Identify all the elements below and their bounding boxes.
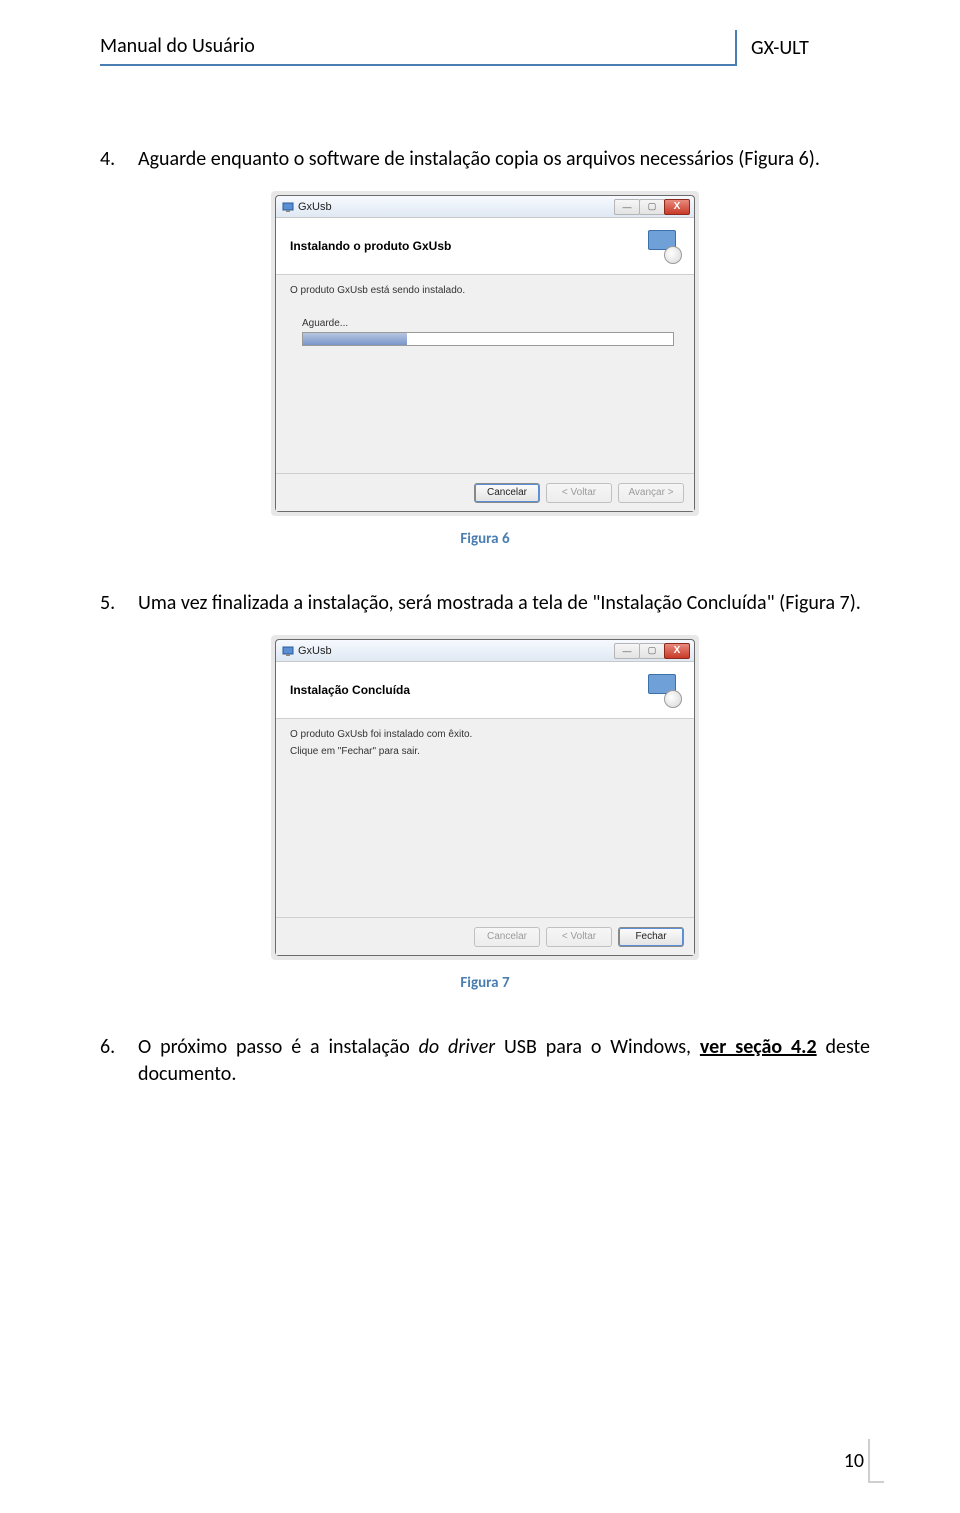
dialog-title: GxUsb [298, 201, 611, 213]
dialog-body: O produto GxUsb foi instalado com êxito.… [276, 719, 694, 917]
step-6: 6. O próximo passo é a instalação do dri… [100, 1034, 870, 1088]
dialog-footer: Cancelar < Voltar Avançar > [276, 473, 694, 511]
dialog-banner: Instalação Concluída [276, 662, 694, 719]
step-number: 5. [100, 590, 128, 617]
t-italic: do driver [419, 1035, 495, 1059]
t: O próximo passo é a instalação [138, 1035, 419, 1059]
dialog-heading: Instalação Concluída [290, 683, 636, 697]
status-text-1: O produto GxUsb foi instalado com êxito. [290, 729, 680, 740]
header-right: GX-ULT [735, 30, 870, 66]
dialog-title: GxUsb [298, 645, 611, 657]
maximize-button[interactable]: ▢ [639, 199, 665, 215]
step-5: 5. Uma vez finalizada a instalação, será… [100, 590, 870, 617]
status-text: O produto GxUsb está sendo instalado. [290, 285, 680, 296]
minimize-button[interactable]: — [614, 643, 640, 659]
figure-6: GxUsb — ▢ X Instalando o produto GxUsb O… [100, 191, 870, 516]
status-text-2: Clique em "Fechar" para sair. [290, 746, 680, 757]
step-number: 6. [100, 1034, 128, 1088]
close-button[interactable]: X [664, 643, 690, 659]
close-action-button[interactable]: Fechar [618, 927, 684, 947]
installer-dialog-installing: GxUsb — ▢ X Instalando o produto GxUsb O… [275, 195, 695, 512]
next-button: Avançar > [618, 483, 684, 503]
page-number: 10 [844, 1449, 864, 1473]
step-text: Uma vez finalizada a instalação, será mo… [138, 590, 870, 617]
dialog-footer: Cancelar < Voltar Fechar [276, 917, 694, 955]
header-left: Manual do Usuário [100, 34, 735, 66]
document-header: Manual do Usuário GX-ULT [100, 30, 870, 66]
back-button: < Voltar [546, 483, 612, 503]
step-4: 4. Aguarde enquanto o software de instal… [100, 146, 870, 173]
figure-6-caption: Figura 6 [100, 530, 870, 548]
step-text: Aguarde enquanto o software de instalaçã… [138, 146, 870, 173]
t: USB para o Windows, [495, 1035, 700, 1059]
dialog-titlebar: GxUsb — ▢ X [276, 640, 694, 662]
page-number-rule [868, 1481, 884, 1483]
wait-label: Aguarde... [302, 318, 680, 329]
installer-icon [646, 672, 682, 708]
close-button[interactable]: X [664, 199, 690, 215]
step-text: O próximo passo é a instalação do driver… [138, 1034, 870, 1088]
installer-icon [646, 228, 682, 264]
back-button: < Voltar [546, 927, 612, 947]
figure-7-caption: Figura 7 [100, 974, 870, 992]
installer-dialog-complete: GxUsb — ▢ X Instalação Concluída O produ… [275, 639, 695, 956]
section-link[interactable]: ver seção 4.2 [700, 1035, 817, 1059]
dialog-titlebar: GxUsb — ▢ X [276, 196, 694, 218]
app-icon [282, 645, 294, 657]
figure-7: GxUsb — ▢ X Instalação Concluída O produ… [100, 635, 870, 960]
cancel-button[interactable]: Cancelar [474, 483, 540, 503]
app-icon [282, 201, 294, 213]
dialog-heading: Instalando o produto GxUsb [290, 239, 636, 253]
step-number: 4. [100, 146, 128, 173]
cancel-button: Cancelar [474, 927, 540, 947]
maximize-button[interactable]: ▢ [639, 643, 665, 659]
page-number-rule [868, 1439, 870, 1483]
minimize-button[interactable]: — [614, 199, 640, 215]
dialog-banner: Instalando o produto GxUsb [276, 218, 694, 275]
dialog-body: O produto GxUsb está sendo instalado. Ag… [276, 275, 694, 473]
progress-bar [302, 332, 674, 346]
